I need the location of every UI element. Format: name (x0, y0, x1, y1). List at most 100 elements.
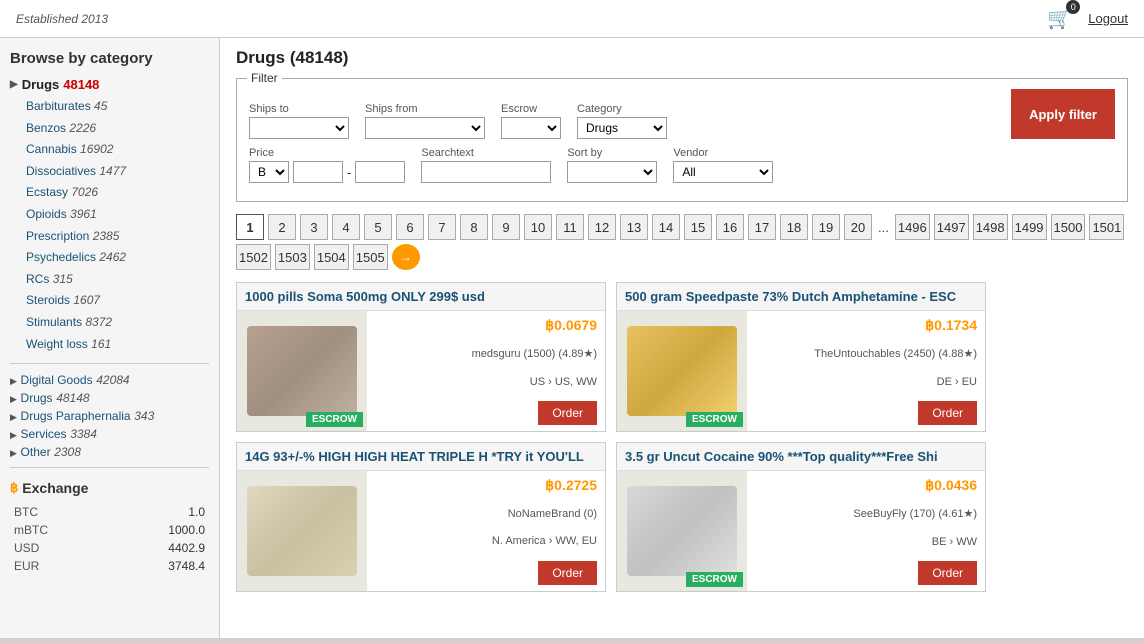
page-btn-9[interactable]: 9 (492, 214, 520, 240)
page-btn-16[interactable]: 16 (716, 214, 744, 240)
page-btn-4[interactable]: 4 (332, 214, 360, 240)
drugs-cat-name: Drugs (22, 77, 60, 92)
sidebar-subcat-prescription[interactable]: Prescription 2385 (26, 226, 209, 248)
product-vendor[interactable]: medsguru (1500) (4.89★) (375, 347, 597, 360)
sidebar-other-cat-digital-goods[interactable]: ▶ Digital Goods 42084 (10, 372, 209, 387)
searchtext-input[interactable] (421, 161, 551, 183)
other-arrow: ▶ (10, 448, 17, 458)
sidebar-subcat-opioids[interactable]: Opioids 3961 (26, 204, 209, 226)
sidebar-subcat-steroids[interactable]: Steroids 1607 (26, 290, 209, 312)
page-btn-1497[interactable]: 1497 (934, 214, 969, 240)
pagination-next-arrow[interactable]: → (392, 244, 420, 270)
exchange-table: BTC1.0mBTC1000.0USD4402.9EUR3748.4 (10, 502, 209, 576)
product-card: 500 gram Speedpaste 73% Dutch Amphetamin… (616, 282, 986, 432)
sidebar-subcat-ecstasy[interactable]: Ecstasy 7026 (26, 182, 209, 204)
page-btn-11[interactable]: 11 (556, 214, 584, 240)
page-btn-1499[interactable]: 1499 (1012, 214, 1047, 240)
page-btn-17[interactable]: 17 (748, 214, 776, 240)
escrow-group: Escrow (501, 103, 561, 139)
page-btn-19[interactable]: 19 (812, 214, 840, 240)
page-btn-10[interactable]: 10 (524, 214, 552, 240)
page-btn-15[interactable]: 15 (684, 214, 712, 240)
sidebar-other-cat-services[interactable]: ▶ Services 3384 (10, 426, 209, 441)
sidebar-subcat-psychedelics[interactable]: Psychedelics 2462 (26, 247, 209, 269)
sidebar-other-cat-drugs-paraphernalia[interactable]: ▶ Drugs Paraphernalia 343 (10, 408, 209, 423)
product-price: ฿0.0679 (375, 317, 597, 334)
price-inputs: B - (249, 161, 405, 183)
price-max-input[interactable] (355, 161, 405, 183)
ships-from-select[interactable] (365, 117, 485, 139)
other-arrow: ▶ (10, 376, 17, 386)
page-btn-6[interactable]: 6 (396, 214, 424, 240)
subcat-count: 161 (91, 337, 111, 351)
page-btn-18[interactable]: 18 (780, 214, 808, 240)
sidebar-subcat-stimulants[interactable]: Stimulants 8372 (26, 312, 209, 334)
price-currency-select[interactable]: B (249, 161, 289, 183)
product-ships: BE › WW (755, 536, 977, 548)
page-btn-1498[interactable]: 1498 (973, 214, 1008, 240)
cart-icon[interactable]: 🛒 0 (1047, 6, 1072, 31)
page-btn-1496[interactable]: 1496 (895, 214, 930, 240)
page-btn-1503[interactable]: 1503 (275, 244, 310, 270)
product-vendor[interactable]: SeeBuyFly (170) (4.61★) (755, 507, 977, 520)
page-btn-7[interactable]: 7 (428, 214, 456, 240)
sidebar-subcat-dissociatives[interactable]: Dissociatives 1477 (26, 161, 209, 183)
category-select[interactable]: Drugs (577, 117, 667, 139)
product-title[interactable]: 1000 pills Soma 500mg ONLY 299$ usd (237, 283, 605, 311)
page-btn-2[interactable]: 2 (268, 214, 296, 240)
vendor-select[interactable]: All (673, 161, 773, 183)
order-button[interactable]: Order (538, 401, 597, 425)
escrow-select[interactable] (501, 117, 561, 139)
sidebar-subcat-benzos[interactable]: Benzos 2226 (26, 118, 209, 140)
subcat-count: 16902 (80, 142, 113, 156)
sidebar-subcat-barbiturates[interactable]: Barbiturates 45 (26, 96, 209, 118)
page-btn-1504[interactable]: 1504 (314, 244, 349, 270)
sidebar-other-cat-drugs[interactable]: ▶ Drugs 48148 (10, 390, 209, 405)
logout-button[interactable]: Logout (1088, 11, 1128, 26)
filter-legend: Filter (247, 71, 282, 85)
subcat-count: 45 (94, 99, 107, 113)
page-btn-13[interactable]: 13 (620, 214, 648, 240)
page-btn-12[interactable]: 12 (588, 214, 616, 240)
product-image (237, 471, 367, 591)
product-info: ฿0.2725 NoNameBrand (0) N. America › WW,… (367, 471, 605, 591)
product-title[interactable]: 500 gram Speedpaste 73% Dutch Amphetamin… (617, 283, 985, 311)
page-btn-3[interactable]: 3 (300, 214, 328, 240)
page-btn-14[interactable]: 14 (652, 214, 680, 240)
order-button[interactable]: Order (918, 401, 977, 425)
product-title[interactable]: 14G 93+/-% HIGH HIGH HEAT TRIPLE H *TRY … (237, 443, 605, 471)
price-min-input[interactable] (293, 161, 343, 183)
product-vendor[interactable]: NoNameBrand (0) (375, 508, 597, 520)
page-btn-1502[interactable]: 1502 (236, 244, 271, 270)
ships-to-select[interactable] (249, 117, 349, 139)
sidebar-item-drugs[interactable]: ▶ Drugs 48148 (10, 77, 209, 92)
page-btn-8[interactable]: 8 (460, 214, 488, 240)
apply-filter-button[interactable]: Apply filter (1011, 89, 1115, 139)
price-separator: - (347, 165, 351, 180)
page-btn-5[interactable]: 5 (364, 214, 392, 240)
exchange-value: 3748.4 (107, 558, 207, 574)
page-btn-1[interactable]: 1 (236, 214, 264, 240)
page-btn-1500[interactable]: 1500 (1051, 214, 1086, 240)
page-btn-1501[interactable]: 1501 (1089, 214, 1124, 240)
product-title[interactable]: 3.5 gr Uncut Cocaine 90% ***Top quality*… (617, 443, 985, 471)
sort-by-select[interactable] (567, 161, 657, 183)
sidebar-subcat-cannabis[interactable]: Cannabis 16902 (26, 139, 209, 161)
page-btn-20[interactable]: 20 (844, 214, 872, 240)
sidebar-divider (10, 363, 209, 364)
sidebar-subcat-weight-loss[interactable]: Weight loss 161 (26, 334, 209, 356)
product-ships: US › US, WW (375, 376, 597, 388)
product-vendor[interactable]: TheUntouchables (2450) (4.88★) (755, 347, 977, 360)
btc-symbol: ฿ (10, 480, 18, 496)
order-button[interactable]: Order (918, 561, 977, 585)
subcat-name: Barbiturates (26, 99, 91, 113)
ships-to-label: Ships to (249, 103, 349, 115)
subcat-count: 8372 (85, 315, 112, 329)
subcat-name: Opioids (26, 207, 67, 221)
sidebar-subcat-rcs[interactable]: RCs 315 (26, 269, 209, 291)
product-row: 14G 93+/-% HIGH HIGH HEAT TRIPLE H *TRY … (236, 442, 1128, 592)
page-btn-1505[interactable]: 1505 (353, 244, 388, 270)
sidebar-divider-2 (10, 467, 209, 468)
order-button[interactable]: Order (538, 561, 597, 585)
sidebar-other-cat-other[interactable]: ▶ Other 2308 (10, 444, 209, 459)
